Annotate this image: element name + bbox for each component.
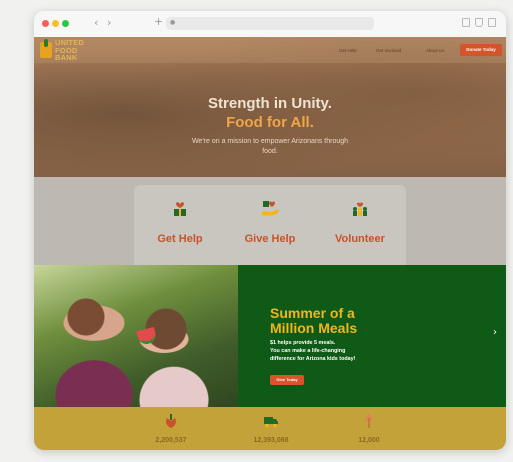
stat-item: 12,000 bbox=[324, 407, 414, 450]
lock-icon: ● bbox=[170, 19, 176, 26]
actions-card: Get Help Give Help Volunteer bbox=[134, 185, 406, 265]
promo-banner: Summer of a Million Meals $1 helps provi… bbox=[34, 265, 506, 407]
donate-button[interactable]: Donate Today bbox=[460, 44, 502, 56]
promo-title: Summer of a Million Meals bbox=[270, 306, 357, 336]
logo-line-3: BANK bbox=[55, 53, 78, 62]
give-help-action[interactable]: Give Help bbox=[225, 185, 315, 265]
logo-icon[interactable] bbox=[40, 39, 52, 58]
watermelon-slice bbox=[136, 326, 158, 347]
promo-body: $1 helps provide 5 meals. You can make a… bbox=[270, 339, 410, 363]
nav-about-us[interactable]: About Us bbox=[426, 48, 445, 53]
zoom-window-button[interactable] bbox=[62, 20, 69, 27]
nav-get-help[interactable]: Get Help bbox=[339, 48, 357, 53]
hero-subtitle: We're on a mission to empower Arizonans … bbox=[191, 138, 349, 155]
address-bar[interactable]: ● bbox=[166, 17, 374, 30]
hero-title-line-1: Strength in Unity. bbox=[208, 95, 332, 112]
give-today-button[interactable]: Give Today bbox=[270, 375, 304, 385]
promo-body-line-3: difference for Arizona kids today! bbox=[270, 356, 356, 362]
volunteers-icon bbox=[353, 202, 367, 216]
stat-item: 12,393,068 bbox=[226, 407, 316, 450]
site-header: UNITED FOOD BANK Get Help Get Involved A… bbox=[34, 37, 506, 63]
promo-title-line-1: Summer of a bbox=[270, 305, 355, 321]
hero-title-line-2: Food for All. bbox=[226, 114, 314, 131]
promo-title-line-2: Million Meals bbox=[270, 320, 358, 336]
produce-icon bbox=[166, 414, 176, 428]
hero-section: UNITED FOOD BANK Get Help Get Involved A… bbox=[34, 37, 506, 177]
stat-value: 12,000 bbox=[358, 437, 380, 444]
site-logo[interactable]: UNITED FOOD BANK bbox=[55, 39, 84, 62]
webpage: UNITED FOOD BANK Get Help Get Involved A… bbox=[34, 37, 506, 450]
close-window-button[interactable] bbox=[42, 20, 49, 27]
browser-window: ‹ › + ● UNITED FOOD BANK Get Help Get In… bbox=[34, 11, 506, 450]
stat-item: 2,200,537 bbox=[126, 407, 216, 450]
volunteer-action[interactable]: Volunteer bbox=[315, 185, 405, 265]
promo-body-line-1: $1 helps provide 5 meals. bbox=[270, 340, 336, 346]
promo-photo bbox=[34, 265, 238, 407]
back-button[interactable]: ‹ bbox=[94, 16, 98, 29]
tabs-overview-icon[interactable] bbox=[488, 18, 496, 27]
minimize-window-button[interactable] bbox=[52, 20, 59, 27]
get-help-action[interactable]: Get Help bbox=[135, 185, 225, 265]
nav-get-involved[interactable]: Get Involved bbox=[376, 48, 401, 53]
sidebar-toggle-icon[interactable] bbox=[462, 18, 470, 27]
wheat-icon bbox=[365, 413, 373, 428]
get-help-label: Get Help bbox=[157, 233, 203, 245]
stat-value: 12,393,068 bbox=[253, 437, 289, 444]
stats-band: 2,200,537 12,393,068 12,000 bbox=[34, 407, 506, 450]
truck-icon bbox=[264, 417, 278, 428]
carousel-next-icon[interactable]: › bbox=[493, 327, 497, 338]
give-help-label: Give Help bbox=[244, 233, 296, 245]
forward-button[interactable]: › bbox=[107, 16, 111, 29]
hero-title: Strength in Unity. Food for All. bbox=[34, 94, 506, 132]
share-icon[interactable] bbox=[475, 18, 483, 27]
giving-hand-icon bbox=[262, 201, 278, 216]
browser-toolbar: ‹ › + ● bbox=[34, 11, 506, 38]
new-tab-button[interactable]: + bbox=[154, 15, 163, 28]
promo-body-line-2: You can make a life-changing bbox=[270, 348, 346, 354]
volunteer-label: Volunteer bbox=[335, 233, 385, 245]
gift-heart-icon bbox=[174, 202, 186, 216]
stat-value: 2,200,537 bbox=[155, 437, 187, 444]
